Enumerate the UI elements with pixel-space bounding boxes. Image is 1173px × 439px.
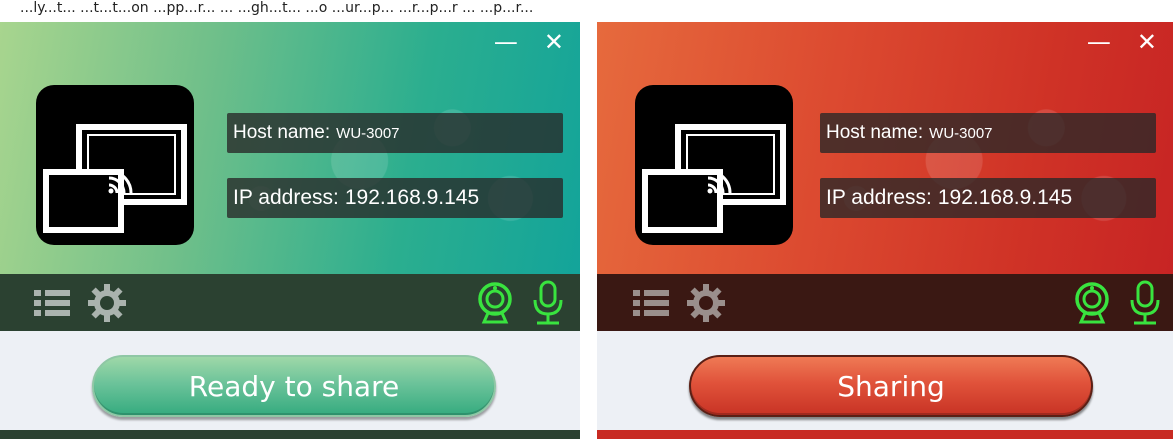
app-window-ready: — ✕ Host name: WU-3007 IP address: 192.1… bbox=[0, 22, 580, 439]
ip-address-field: IP address: 192.168.9.145 bbox=[227, 178, 563, 218]
ip-address-label: IP address: bbox=[233, 186, 339, 209]
microphone-icon[interactable] bbox=[531, 280, 565, 330]
minimize-button[interactable]: — bbox=[494, 28, 518, 56]
action-area: Ready to share bbox=[0, 331, 580, 430]
host-name-value: WU-3007 bbox=[929, 124, 993, 142]
window-controls: — ✕ bbox=[1087, 28, 1157, 56]
webcam-icon[interactable] bbox=[1073, 282, 1111, 330]
minimize-button[interactable]: — bbox=[1087, 28, 1111, 56]
close-button[interactable]: ✕ bbox=[544, 28, 564, 56]
list-icon[interactable] bbox=[34, 288, 70, 322]
close-button[interactable]: ✕ bbox=[1137, 28, 1157, 56]
gear-icon[interactable] bbox=[685, 282, 727, 328]
ip-address-value: 192.168.9.145 bbox=[937, 186, 1073, 209]
footer-bar bbox=[597, 430, 1173, 439]
toolbar bbox=[597, 274, 1173, 331]
list-icon[interactable] bbox=[633, 288, 669, 322]
ip-address-field: IP address: 192.168.9.145 bbox=[820, 178, 1156, 218]
ip-address-label: IP address: bbox=[826, 186, 932, 209]
host-name-field: Host name: WU-3007 bbox=[227, 113, 563, 153]
host-name-label: Host name: bbox=[233, 122, 331, 143]
window-controls: — ✕ bbox=[494, 28, 564, 56]
toolbar bbox=[0, 274, 580, 331]
app-window-sharing: — ✕ Host name: WU-3007 IP address: 192.1… bbox=[597, 22, 1173, 439]
microphone-icon[interactable] bbox=[1128, 280, 1162, 330]
caption-text: ...ly...t... ...t...t...on ...pp...r... … bbox=[20, 0, 534, 16]
cast-screen-icon bbox=[36, 85, 194, 245]
host-name-label: Host name: bbox=[826, 122, 924, 143]
sharing-button[interactable]: Sharing bbox=[689, 355, 1093, 417]
ip-address-value: 192.168.9.145 bbox=[344, 186, 480, 209]
webcam-icon[interactable] bbox=[476, 282, 514, 330]
footer-bar bbox=[0, 430, 580, 439]
share-button[interactable]: Ready to share bbox=[92, 355, 496, 417]
host-name-value: WU-3007 bbox=[336, 124, 400, 142]
gear-icon[interactable] bbox=[86, 282, 128, 328]
header: — ✕ Host name: WU-3007 IP address: 192.1… bbox=[0, 22, 580, 274]
action-area: Sharing bbox=[597, 331, 1173, 430]
header: — ✕ Host name: WU-3007 IP address: 192.1… bbox=[597, 22, 1173, 274]
host-name-field: Host name: WU-3007 bbox=[820, 113, 1156, 153]
cast-screen-icon bbox=[635, 85, 793, 245]
